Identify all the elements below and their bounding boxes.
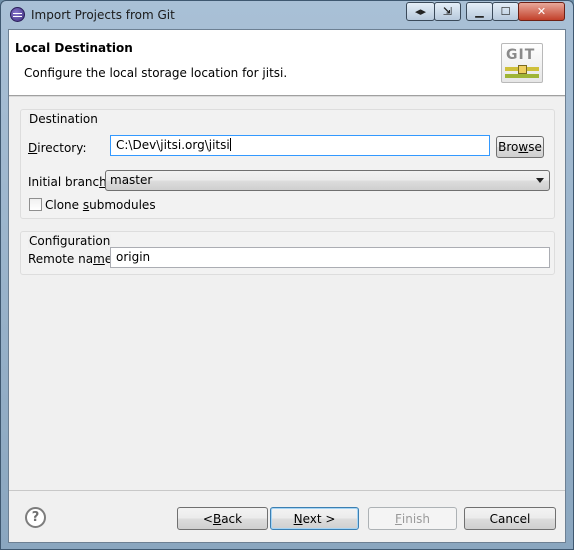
close-button[interactable]: ✕	[518, 2, 565, 21]
configuration-group: Configuration Remote name: origin	[20, 231, 555, 275]
footer-divider	[9, 490, 565, 491]
maximize-button[interactable]: ☐	[492, 2, 519, 21]
destination-group: Destination Directory: C:\Dev\jitsi.org\…	[20, 109, 555, 219]
clone-submodules-checkbox[interactable]	[29, 198, 42, 211]
clone-submodules-label[interactable]: Clone submodules	[45, 198, 156, 212]
eclipse-icon	[10, 7, 25, 22]
switch-window-icon[interactable]: ⇲	[434, 2, 461, 21]
finish-button[interactable]: Finish	[368, 507, 457, 530]
next-button[interactable]: Next >	[270, 507, 359, 530]
wizard-header: Local Destination Configure the local st…	[9, 30, 565, 96]
initial-branch-select[interactable]: master	[105, 170, 550, 191]
window-title: Import Projects from Git	[31, 8, 175, 22]
chevron-down-icon	[536, 178, 544, 183]
back-forth-icon[interactable]: ◂▸	[406, 2, 435, 21]
remote-name-label: Remote name:	[28, 252, 116, 266]
initial-branch-label: Initial branch:	[28, 175, 111, 189]
destination-group-title: Destination	[28, 112, 99, 126]
remote-name-input[interactable]: origin	[110, 247, 550, 268]
text-caret	[229, 138, 231, 151]
title-bar[interactable]: Import Projects from Git ◂▸ ⇲ ▁ ☐ ✕	[1, 1, 573, 29]
import-projects-window: Import Projects from Git ◂▸ ⇲ ▁ ☐ ✕ Loca…	[0, 0, 574, 550]
header-divider	[9, 96, 565, 97]
cancel-button[interactable]: Cancel	[464, 507, 556, 530]
git-icon-text: GIT	[506, 47, 536, 63]
back-button[interactable]: < Back	[177, 507, 268, 530]
dialog-client-area: Local Destination Configure the local st…	[8, 29, 566, 543]
git-icon: GIT	[501, 43, 543, 83]
minimize-button[interactable]: ▁	[466, 2, 493, 21]
configuration-group-title: Configuration	[28, 234, 112, 248]
page-title: Local Destination	[15, 41, 133, 55]
browse-button[interactable]: Bro w se	[496, 136, 544, 158]
page-description: Configure the local storage location for…	[24, 66, 288, 80]
directory-label: Directory:	[28, 141, 87, 155]
directory-input[interactable]: C:\Dev\jitsi.org\jitsi	[110, 135, 490, 156]
help-icon[interactable]: ?	[25, 507, 46, 528]
